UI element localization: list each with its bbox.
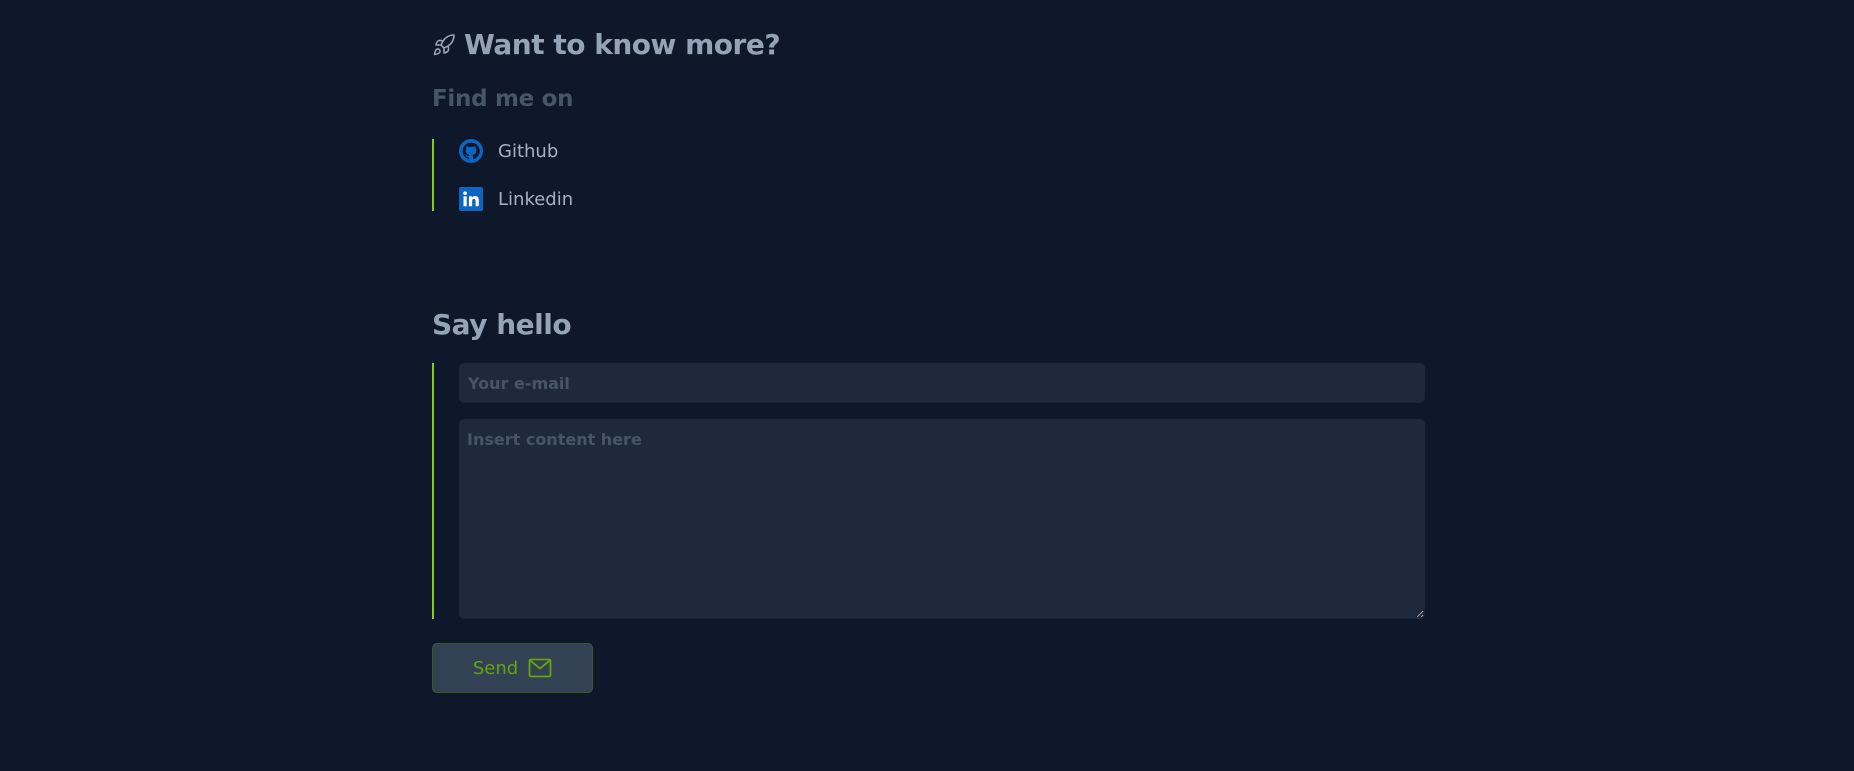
linkedin-icon [459,187,483,211]
github-link-label: Github [498,140,559,162]
linkedin-link-label: Linkedin [498,188,574,210]
send-button[interactable]: Send [432,643,593,693]
rocket-icon [433,33,455,55]
github-link[interactable]: Github [459,139,558,163]
send-button-label: Send [472,657,519,679]
github-icon [459,139,483,163]
message-textarea[interactable] [459,419,1425,619]
find-me-heading: Find me on [432,86,574,112]
envelope-icon [528,658,552,678]
page-title-text: Want to know more? [464,28,781,61]
page-title: Want to know more? [432,28,781,61]
contact-form [432,363,1425,619]
say-hello-heading: Say hello [432,308,572,341]
linkedin-link[interactable]: Linkedin [459,187,573,211]
social-links-list: Github Linkedin [432,139,732,211]
email-field[interactable] [459,363,1425,403]
